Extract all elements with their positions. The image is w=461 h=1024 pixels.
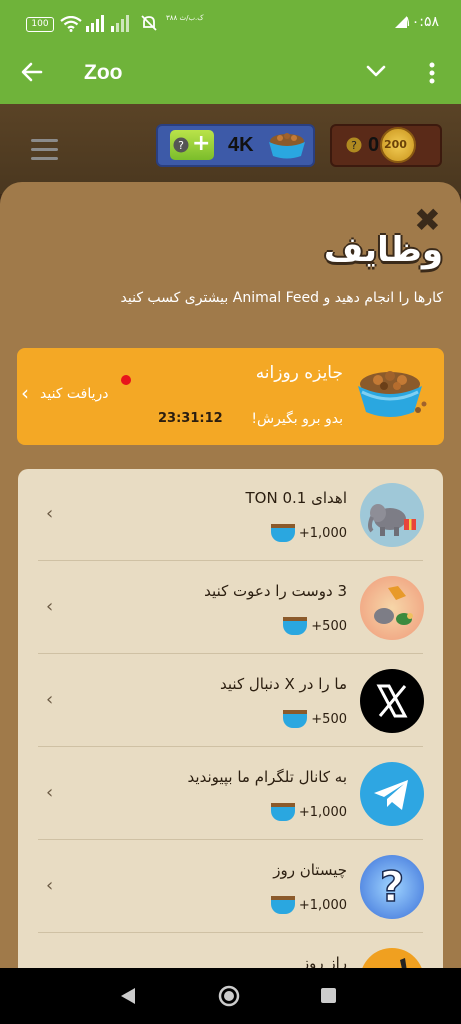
svg-text:?: ? (351, 139, 357, 152)
elephant-gift-icon (360, 483, 424, 547)
daily-reward-title: جایزه روزانه (255, 363, 343, 383)
chevron-left-icon[interactable]: ‹ (46, 689, 53, 710)
chevron-down-icon[interactable] (366, 64, 386, 78)
back-arrow-icon[interactable] (21, 61, 43, 83)
task-name: اهدای 0.1 TON (245, 489, 347, 507)
coin-amount: 0 (368, 134, 380, 156)
claim-button[interactable]: دریافت کنید (40, 386, 109, 402)
riddle-question-icon: ? (360, 855, 424, 919)
feed-bowl-icon (283, 710, 308, 728)
sheet-subtitle: کارها را انجام دهید و Animal Feed بیشتری… (120, 290, 443, 306)
reward-amount: +1,000 (298, 804, 347, 820)
list-item[interactable]: به کانال تلگرام ما بپیوندید +1,000 ‹ (18, 748, 443, 840)
svg-text:?: ? (380, 862, 404, 911)
mute-bell-icon (141, 15, 157, 31)
task-name: ما را در X دنبال کنید (220, 675, 347, 693)
feed-bowl-icon (283, 617, 308, 635)
coin-badge: 200 (384, 138, 407, 151)
sheet-title: وظایف (323, 230, 443, 270)
chevron-left-icon[interactable]: ‹ (46, 875, 53, 896)
svg-text:?: ? (178, 139, 184, 152)
chevron-left-icon[interactable]: ‹ (21, 381, 29, 405)
feed-bowl-icon (269, 133, 305, 159)
chevron-left-icon[interactable]: ‹ (46, 503, 53, 524)
task-reward: +1,000 (270, 896, 347, 914)
telegram-icon (360, 762, 424, 826)
task-name: چیستان روز (273, 861, 347, 879)
back-icon[interactable] (120, 987, 136, 1005)
app-title: Zoo (84, 61, 123, 84)
reward-amount: +1,000 (298, 897, 347, 913)
list-item[interactable]: ? چیستان روز +1,000 ‹ (18, 841, 443, 933)
notification-dot (121, 375, 131, 385)
reward-amount: +500 (311, 618, 347, 634)
battery-icon: 100 (26, 17, 54, 32)
chevron-left-icon[interactable]: ‹ (46, 596, 53, 617)
status-time: ۱۰:۵۸ (404, 14, 439, 30)
recents-icon[interactable] (321, 988, 336, 1003)
feed-bowl-icon (270, 896, 295, 914)
network-speed: ۳۸۸ ک.ب/ث (166, 14, 204, 22)
reward-amount: +1,000 (298, 525, 347, 541)
daily-reward-timer: 23:31:12 (158, 411, 223, 426)
tasks-list: اهدای 0.1 TON +1,000 ‹ 3 دوست را دعوت کن… (18, 469, 443, 989)
more-vert-icon[interactable] (428, 62, 436, 84)
task-reward: +500 (283, 617, 347, 635)
list-item[interactable]: ما را در X دنبال کنید +500 ‹ (18, 655, 443, 747)
animals-friends-icon (360, 576, 424, 640)
feed-bowl-icon (358, 371, 427, 417)
home-icon[interactable] (218, 985, 240, 1007)
list-item[interactable]: 3 دوست را دعوت کنید +500 ‹ (18, 562, 443, 654)
feed-bowl-icon (270, 803, 295, 821)
x-logo-icon (360, 669, 424, 733)
signal-icon (86, 15, 104, 32)
feed-bowl-icon (270, 524, 295, 542)
feed-amount: 4K (228, 134, 254, 156)
task-name: 3 دوست را دعوت کنید (204, 582, 347, 600)
app-bar (0, 50, 461, 104)
wifi-icon (60, 16, 82, 32)
chevron-left-icon[interactable]: ‹ (46, 782, 53, 803)
task-reward: +500 (283, 710, 347, 728)
help-icon: ? (173, 137, 189, 153)
reward-amount: +500 (311, 711, 347, 727)
task-reward: +1,000 (270, 803, 347, 821)
list-item[interactable]: اهدای 0.1 TON +1,000 ‹ (18, 469, 443, 561)
daily-reward-subtitle: بدو برو بگیرش! (251, 411, 343, 427)
signal-weak-icon (111, 15, 129, 32)
plus-icon: + (192, 131, 211, 156)
help-icon: ? (346, 137, 362, 153)
menu-icon[interactable] (31, 139, 58, 166)
task-name: به کانال تلگرام ما بپیوندید (187, 768, 347, 786)
task-reward: +1,000 (270, 524, 347, 542)
